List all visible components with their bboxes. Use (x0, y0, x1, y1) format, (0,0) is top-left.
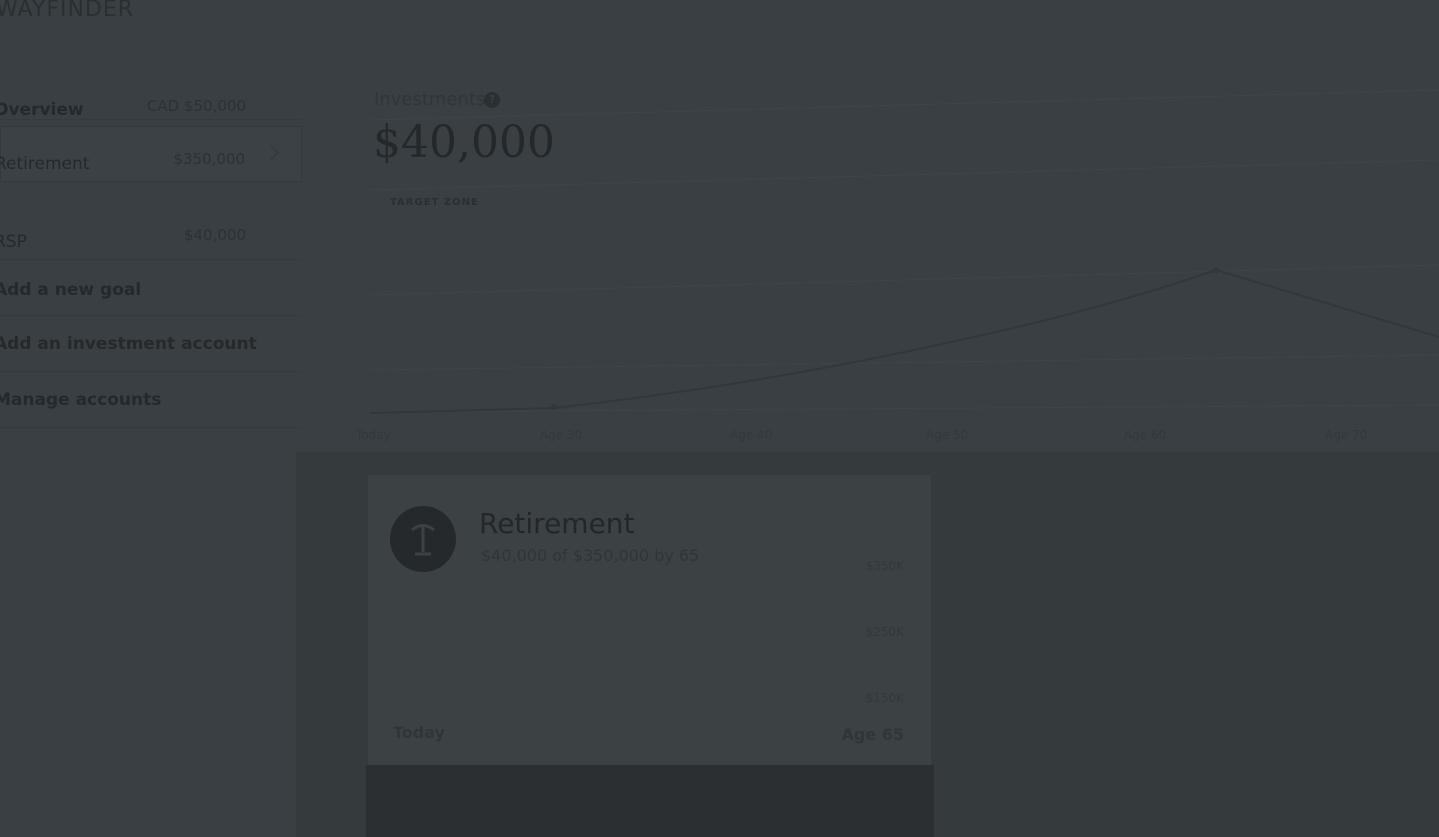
sidebar-item-rsp[interactable]: RSP $40,000 (0, 204, 302, 260)
grid-line (369, 354, 1439, 371)
sidebar-item-manage-accounts[interactable]: Manage accounts (0, 372, 302, 428)
brand-logo[interactable]: WAYFINDER (0, 0, 134, 22)
projection-line (369, 268, 1439, 414)
sidebar-item-label: Overview (0, 100, 84, 120)
y-tick-label: $250K (865, 625, 904, 639)
sidebar-item-label: Add a new goal (0, 280, 142, 300)
sidebar-item-label: Retirement (0, 154, 90, 174)
x-tick-label: Age 50 (926, 428, 969, 442)
goal-panel-edge (288, 452, 296, 837)
grid-line (369, 264, 1439, 296)
goal-title: Retirement (479, 507, 635, 540)
sidebar-item-label: Add an investment account (0, 334, 257, 354)
sidebar-item-label: RSP (0, 232, 27, 252)
goal-end-label: Age 65 (841, 725, 904, 744)
x-tick-label: Age 60 (1124, 428, 1167, 442)
sidebar-item-value: $40,000 (183, 226, 246, 244)
peak-point (1213, 267, 1219, 273)
sidebar-item-overview[interactable]: Overview CAD $50,000 (0, 64, 302, 120)
sidebar-item-value: CAD $50,000 (146, 97, 246, 115)
grid-line (369, 159, 1439, 191)
x-tick-label: Age 70 (1325, 428, 1368, 442)
x-tick-label: Today (356, 428, 391, 442)
sidebar: Overview CAD $50,000 Retirement $350,000… (0, 44, 302, 444)
sidebar-item-add-goal[interactable]: Add a new goal (0, 260, 302, 316)
palm-tree-icon (390, 506, 456, 572)
y-tick-label: $350K (865, 559, 904, 573)
sidebar-item-value: $350,000 (173, 150, 245, 168)
goal-start-label: Today (393, 723, 445, 742)
x-tick-label: Age 40 (730, 428, 773, 442)
goal-card-retirement[interactable]: Retirement $40,000 of $350,000 by 65 $35… (368, 475, 931, 767)
sidebar-item-label: Manage accounts (0, 390, 162, 410)
y-tick-label: $150K (865, 691, 904, 705)
today-point (551, 404, 557, 410)
goal-card-footer (366, 765, 934, 837)
x-tick-label: Age 30 (540, 428, 583, 442)
sidebar-item-retirement[interactable]: Retirement $350,000 (0, 126, 302, 182)
investment-projection-chart (369, 89, 1439, 414)
chevron-right-icon (263, 144, 280, 161)
goal-subtitle: $40,000 of $350,000 by 65 (481, 546, 700, 565)
sidebar-item-add-account[interactable]: Add an investment account (0, 316, 302, 372)
palm-tree-icon-graphic (411, 524, 435, 556)
grid-line (369, 89, 1439, 121)
